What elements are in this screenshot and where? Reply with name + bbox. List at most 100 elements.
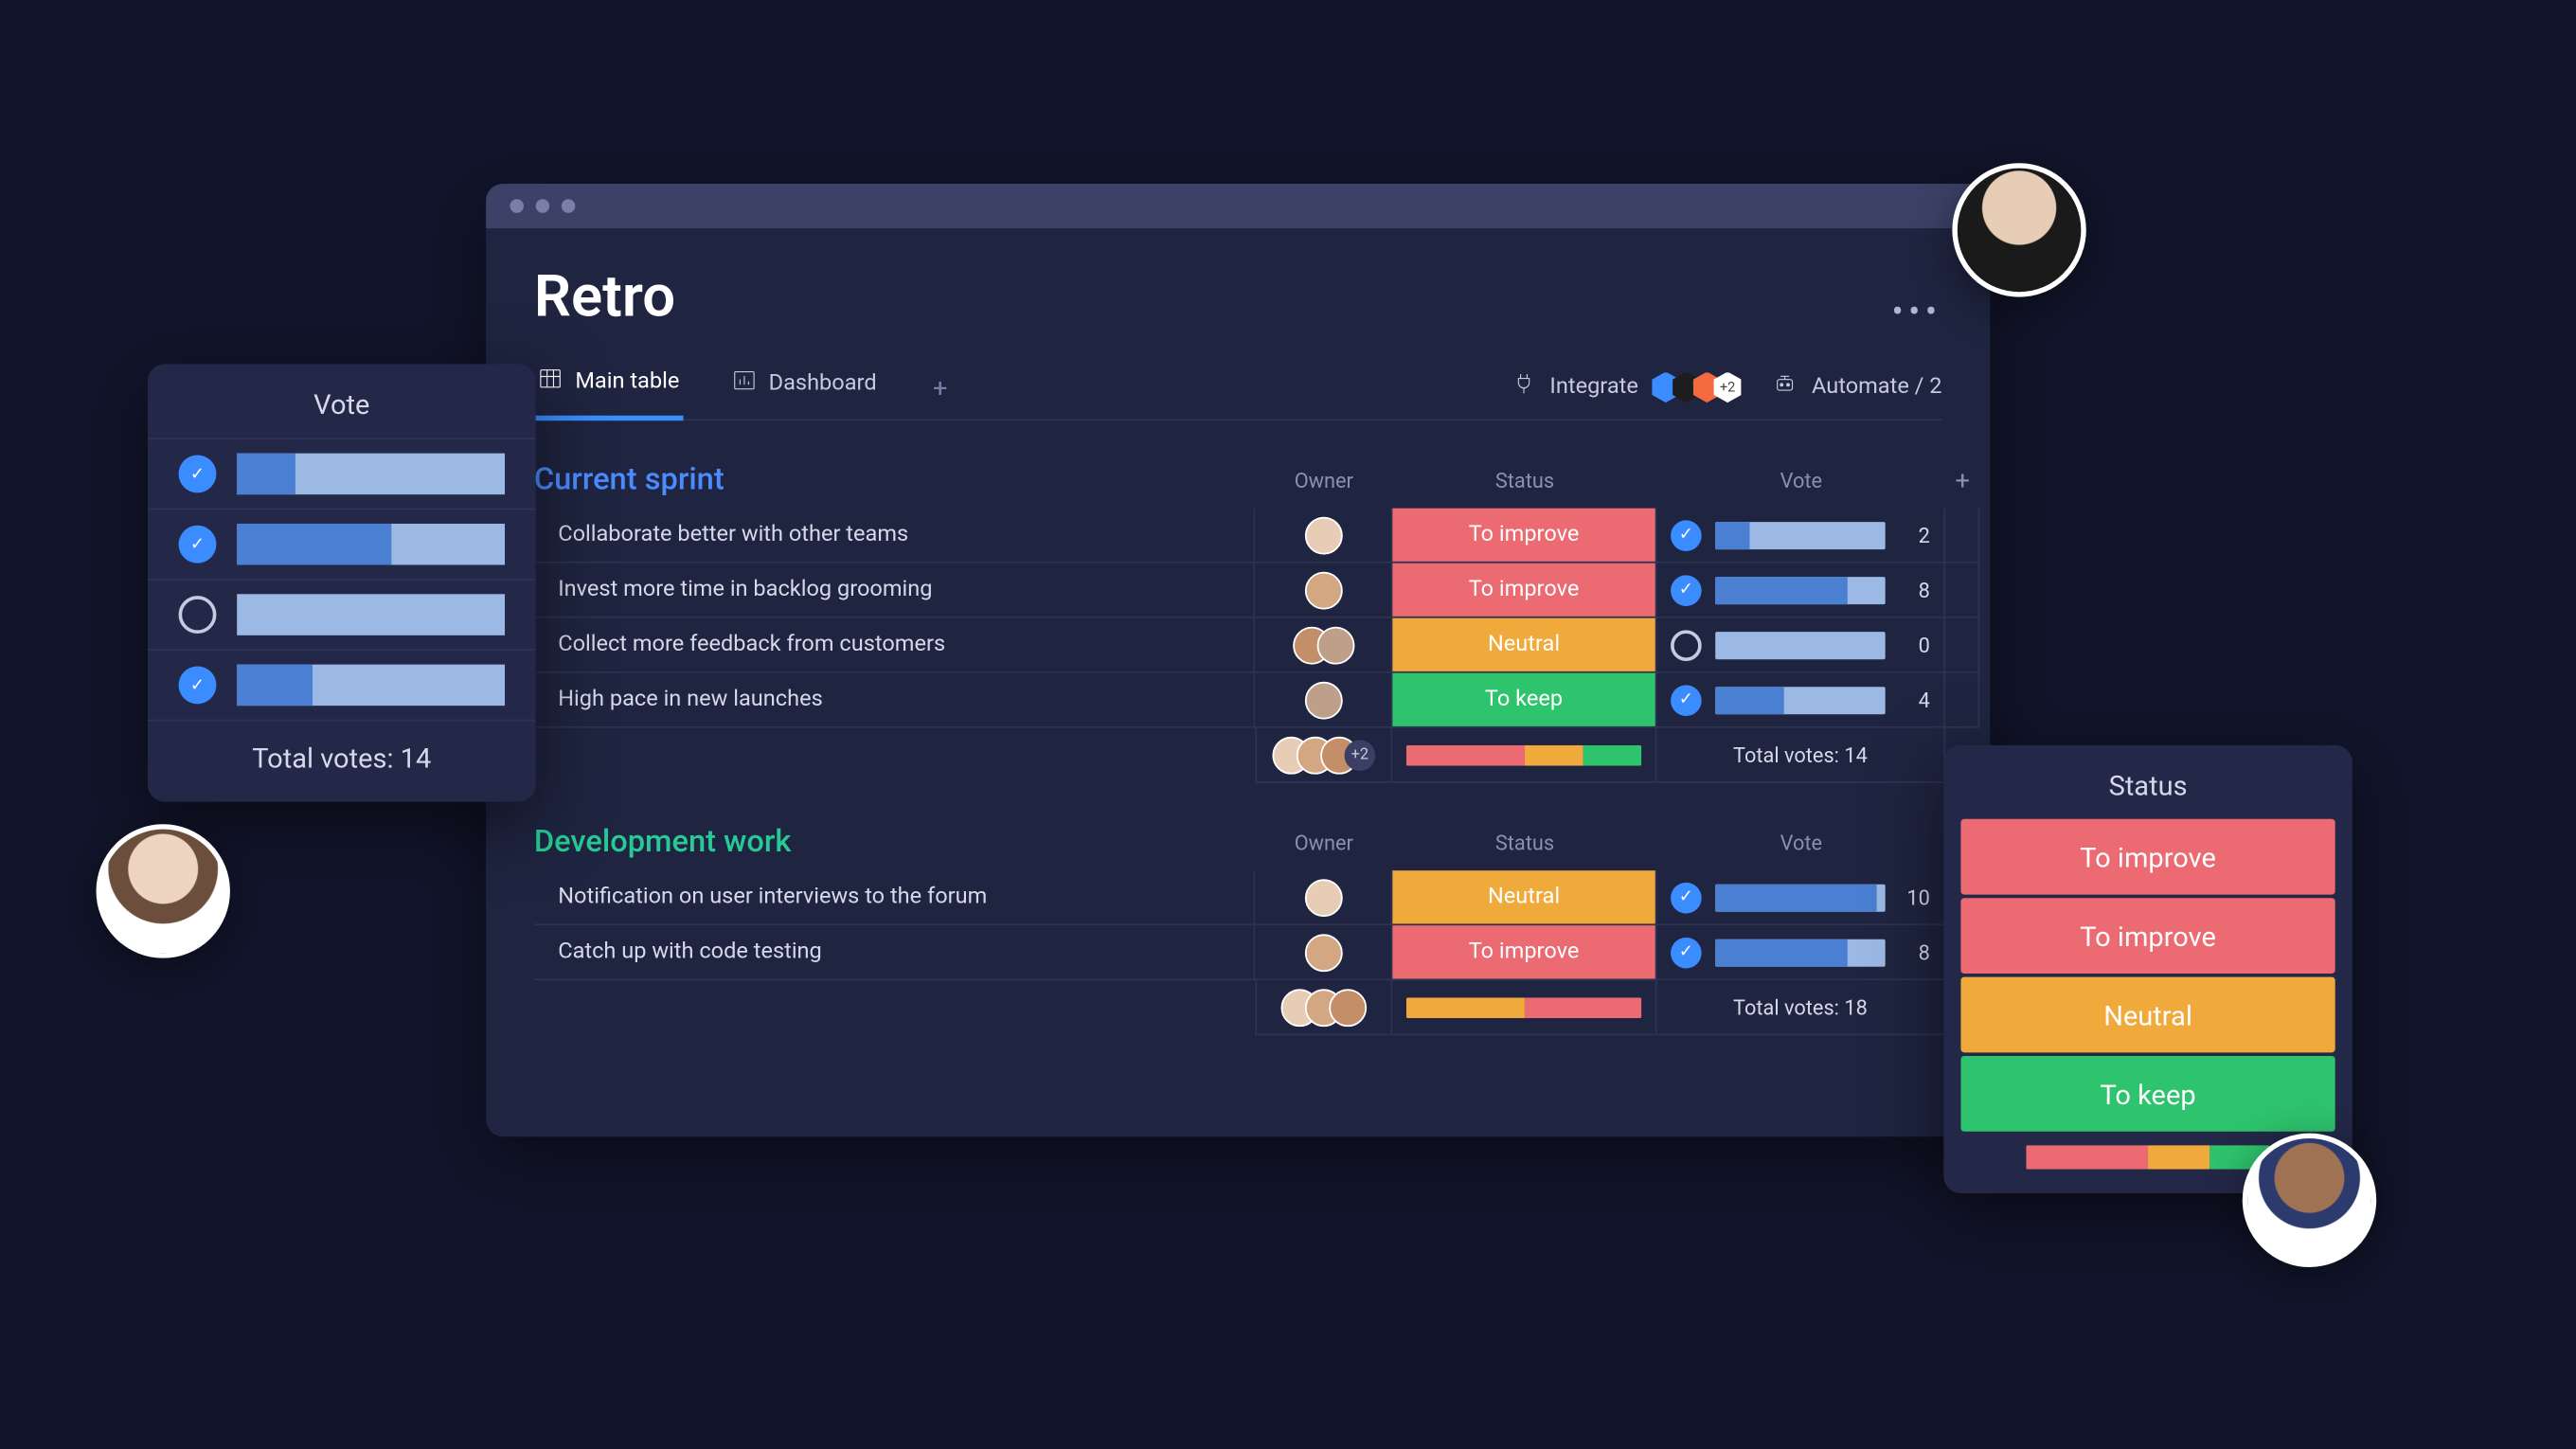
status-cell[interactable]: To improve	[1392, 509, 1656, 564]
tab-label: Dashboard	[769, 371, 877, 397]
column-header-status: Status	[1392, 468, 1656, 492]
vote-popup-row[interactable]	[148, 649, 536, 719]
vote-toggle[interactable]	[179, 526, 217, 564]
vote-popup-row[interactable]	[148, 438, 536, 508]
automate-label: Automate / 2	[1812, 374, 1942, 400]
item-name-cell[interactable]: High pace in new launches	[534, 673, 1255, 728]
owner-overflow: +2	[1345, 739, 1376, 770]
vote-bar	[1715, 939, 1885, 966]
status-popup: Status To improveTo improveNeutralTo kee…	[1943, 745, 2352, 1193]
status-cell[interactable]: To improve	[1392, 925, 1656, 980]
view-tabs: Main table Dashboard + Integrate	[534, 355, 1942, 420]
column-header-vote: Vote	[1657, 468, 1946, 492]
item-name-cell[interactable]: Collaborate better with other teams	[534, 509, 1255, 564]
add-view-button[interactable]: +	[924, 372, 956, 403]
vote-bar	[1715, 576, 1885, 603]
owner-cell[interactable]	[1255, 564, 1392, 618]
empty-cell	[1945, 564, 1979, 618]
presence-avatar	[2243, 1134, 2376, 1267]
status-option[interactable]: To keep	[1960, 1056, 2334, 1132]
integration-badge-overflow: +2	[1714, 372, 1742, 403]
table-row[interactable]: Invest more time in backlog grooming To i…	[534, 564, 1942, 618]
tab-label: Main table	[575, 369, 679, 395]
status-cell[interactable]: To keep	[1392, 673, 1656, 728]
owner-cell[interactable]	[1255, 673, 1392, 728]
vote-toggle[interactable]	[179, 666, 217, 704]
status-summary-cell	[1392, 980, 1656, 1035]
tab-dashboard[interactable]: Dashboard	[727, 357, 880, 417]
column-header-status: Status	[1392, 831, 1656, 854]
empty-cell	[1945, 618, 1979, 673]
vote-bar	[1715, 686, 1885, 713]
board-title: Retro	[534, 262, 1942, 331]
table-row[interactable]: Notification on user interviews to the f…	[534, 870, 1942, 925]
group-name[interactable]: Development work	[534, 824, 1255, 860]
owner-summary	[1255, 980, 1392, 1035]
vote-cell[interactable]: 8	[1657, 925, 1946, 980]
table-row[interactable]: Catch up with code testing To improve 8	[534, 925, 1942, 980]
vote-toggle[interactable]	[1671, 937, 1702, 968]
vote-toggle[interactable]	[1671, 629, 1702, 660]
vote-bar	[1715, 884, 1885, 911]
vote-toggle[interactable]	[1671, 574, 1702, 605]
integrate-button[interactable]: Integrate +2	[1511, 371, 1742, 403]
add-column-button[interactable]: +	[1945, 464, 1979, 495]
vote-toggle[interactable]	[1671, 519, 1702, 550]
owner-cell[interactable]	[1255, 618, 1392, 673]
robot-icon	[1772, 371, 1798, 403]
vote-cell[interactable]: 4	[1657, 673, 1946, 728]
owner-cell[interactable]	[1255, 925, 1392, 980]
integrate-label: Integrate	[1549, 374, 1637, 400]
vote-cell[interactable]: 2	[1657, 509, 1946, 564]
avatar	[1329, 988, 1367, 1026]
empty-cell	[1945, 673, 1979, 728]
vote-cell[interactable]: 10	[1657, 870, 1946, 925]
status-option[interactable]: To improve	[1960, 898, 2334, 974]
table-icon	[537, 366, 563, 398]
status-segment	[2026, 1145, 2148, 1169]
vote-toggle[interactable]	[179, 596, 217, 634]
owner-cell[interactable]	[1255, 870, 1392, 925]
status-option[interactable]: To improve	[1960, 819, 2334, 895]
item-name-cell[interactable]: Collect more feedback from customers	[534, 618, 1255, 673]
table-row[interactable]: High pace in new launchesTo keep4	[534, 673, 1942, 728]
vote-cell[interactable]: 8	[1657, 564, 1946, 618]
column-header-owner: Owner	[1255, 831, 1392, 854]
item-name-cell[interactable]: Catch up with code testing	[534, 925, 1255, 980]
vote-count: 8	[1899, 940, 1930, 964]
status-popup-title: Status	[1960, 745, 2334, 819]
vote-count: 2	[1899, 523, 1930, 546]
integration-badges: +2	[1652, 372, 1741, 403]
status-cell[interactable]: To improve	[1392, 564, 1656, 618]
group: Current sprintOwnerStatusVote+Collaborat…	[534, 462, 1942, 783]
status-cell[interactable]: Neutral	[1392, 618, 1656, 673]
table-row[interactable]: Collect more feedback from customers Neut…	[534, 618, 1942, 673]
group-summary: Total votes: 18	[534, 980, 1942, 1035]
item-name-cell[interactable]: Invest more time in backlog grooming	[534, 564, 1255, 618]
group-name[interactable]: Current sprint	[534, 462, 1255, 498]
owner-cell[interactable]	[1255, 509, 1392, 564]
automate-button[interactable]: Automate / 2	[1772, 371, 1941, 403]
table-row[interactable]: Collaborate better with other teams To im…	[534, 509, 1942, 564]
vote-popup-row[interactable]	[148, 509, 536, 579]
board-window: ••• Retro Main table Dashboard +	[486, 184, 1990, 1136]
avatar	[1304, 516, 1342, 554]
status-option[interactable]: Neutral	[1960, 977, 2334, 1053]
vote-cell[interactable]: 0	[1657, 618, 1946, 673]
owner-summary: +2	[1255, 728, 1392, 783]
tab-main-table[interactable]: Main table	[534, 355, 683, 420]
board-more-button[interactable]: •••	[1891, 290, 1941, 331]
avatar	[1304, 681, 1342, 719]
status-summary-bar	[2026, 1145, 2269, 1169]
avatar	[1316, 626, 1354, 664]
vote-toggle[interactable]	[179, 455, 217, 492]
item-name-cell[interactable]: Notification on user interviews to the f…	[534, 870, 1255, 925]
presence-avatar	[97, 824, 230, 957]
vote-popup-row[interactable]	[148, 579, 536, 649]
group: Development workOwnerStatusVote+Notifica…	[534, 824, 1942, 1035]
vote-bar	[1715, 631, 1885, 658]
vote-toggle[interactable]	[1671, 882, 1702, 913]
status-cell[interactable]: Neutral	[1392, 870, 1656, 925]
empty-cell	[1945, 509, 1979, 564]
vote-toggle[interactable]	[1671, 684, 1702, 715]
